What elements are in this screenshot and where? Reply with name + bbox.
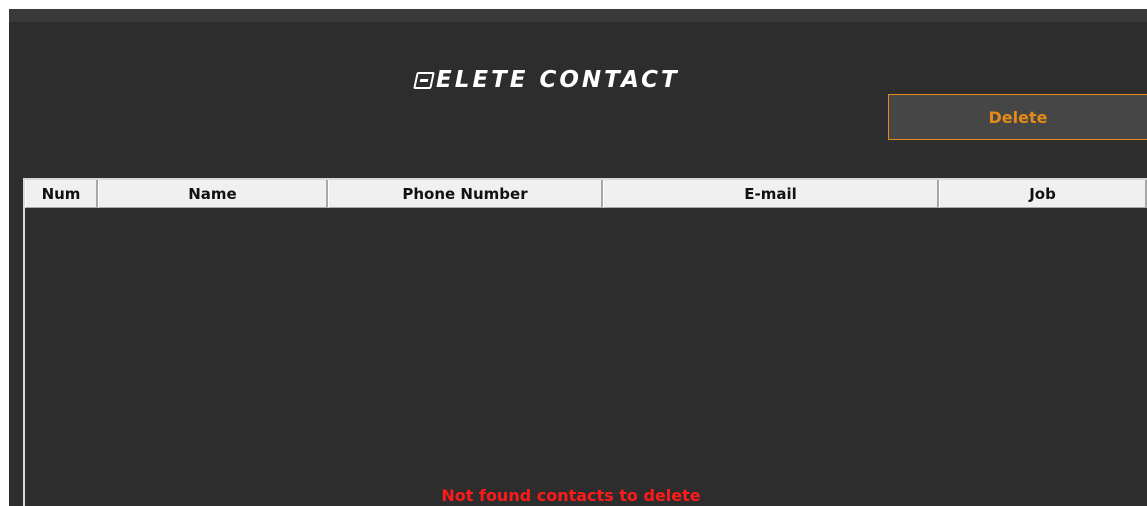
contacts-table: Num Name Phone Number E-mail Job Not fou… <box>23 178 1147 506</box>
minus-box-icon <box>413 71 435 89</box>
delete-button[interactable]: Delete <box>888 94 1147 140</box>
table-header: Num Name Phone Number E-mail Job <box>25 180 1147 208</box>
column-header-name[interactable]: Name <box>98 180 328 208</box>
table-body: Not found contacts to delete <box>25 208 1147 506</box>
delete-contact-window: ELETE CONTACT Delete Num Name Phone Numb… <box>9 9 1147 506</box>
column-header-email[interactable]: E-mail <box>603 180 939 208</box>
page-title-text: ELETE CONTACT <box>436 67 680 93</box>
empty-state-message: Not found contacts to delete <box>441 486 701 505</box>
column-header-phone-number[interactable]: Phone Number <box>328 180 603 208</box>
top-strip <box>9 9 1147 22</box>
column-header-num[interactable]: Num <box>25 180 98 208</box>
column-header-job[interactable]: Job <box>939 180 1147 208</box>
page-title: ELETE CONTACT <box>413 63 795 97</box>
